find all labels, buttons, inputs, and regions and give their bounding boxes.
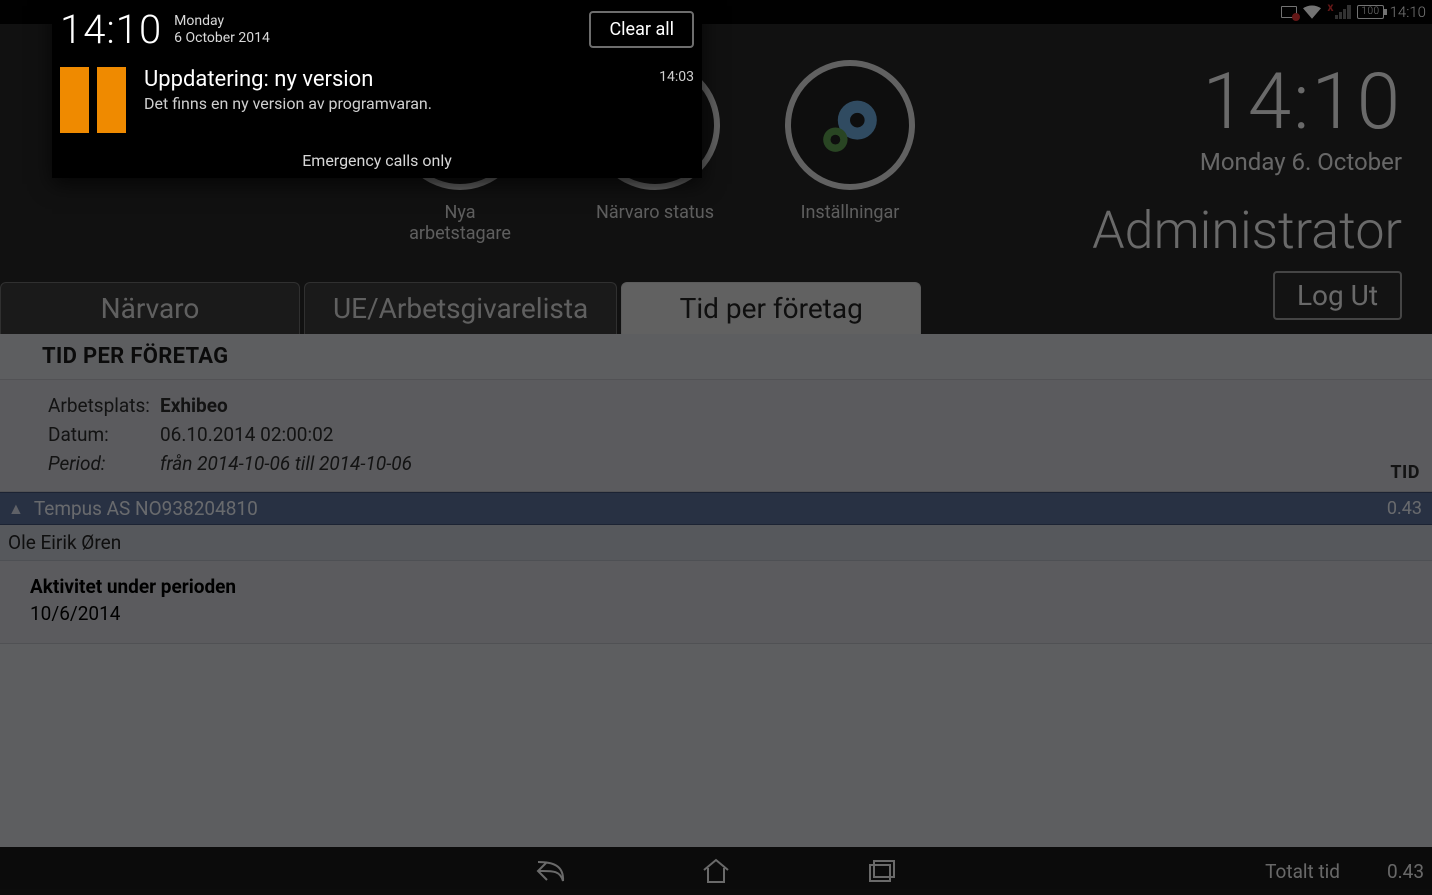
logout-button[interactable]: Log Ut bbox=[1273, 271, 1402, 320]
activity-date: 10/6/2014 bbox=[30, 602, 1402, 625]
notification-title: Uppdatering: ny version bbox=[144, 67, 641, 92]
activity-block: Aktivitet under perioden 10/6/2014 bbox=[0, 561, 1432, 644]
settings-label: Inställningar bbox=[785, 202, 915, 223]
content-panel: TID PER FÖRETAG Arbetsplats: Exhibeo Dat… bbox=[0, 334, 1432, 847]
settings-icon bbox=[785, 60, 915, 190]
emergency-calls-label: Emergency calls only bbox=[60, 151, 694, 170]
back-icon bbox=[535, 858, 565, 884]
report-meta: Arbetsplats: Exhibeo Datum: 06.10.2014 0… bbox=[0, 379, 1432, 492]
header-clock: 14:10 bbox=[1092, 64, 1402, 142]
header-role: Administrator bbox=[1092, 200, 1402, 261]
date-value: 06.10.2014 02:00:02 bbox=[160, 421, 412, 448]
company-row[interactable]: ▲ Tempus AS NO938204810 0.43 bbox=[0, 492, 1432, 525]
period-label: Period: bbox=[48, 450, 158, 477]
notification-item[interactable]: Uppdatering: ny version Det finns en ny … bbox=[60, 67, 694, 133]
wifi-icon bbox=[1303, 5, 1321, 19]
recents-icon bbox=[868, 859, 896, 883]
settings-button[interactable]: Inställningar bbox=[785, 60, 915, 223]
tab-ue-arbetsgivarelista[interactable]: UE/Arbetsgivarelista bbox=[304, 282, 617, 334]
tabs: Närvaro UE/Arbetsgivarelista Tid per för… bbox=[0, 282, 921, 334]
recents-button[interactable] bbox=[859, 848, 905, 894]
sim-missing-icon bbox=[1281, 6, 1297, 18]
notification-shade[interactable]: 14:10 Monday 6 October 2014 Clear all Up… bbox=[52, 0, 702, 178]
home-button[interactable] bbox=[693, 848, 739, 894]
cell-signal-icon bbox=[1335, 5, 1351, 19]
period-value: från 2014-10-06 till 2014-10-06 bbox=[160, 450, 412, 477]
notification-subtitle: Det finns en ny version av programvaran. bbox=[144, 94, 641, 113]
new-workers-label: Nya arbetstagare bbox=[395, 202, 525, 244]
person-row[interactable]: Ole Eirik Øren bbox=[0, 525, 1432, 561]
pause-icon bbox=[60, 67, 126, 133]
no-signal-badge: x bbox=[1327, 0, 1333, 14]
workplace-label: Arbetsplats: bbox=[48, 392, 158, 419]
workplace-value: Exhibeo bbox=[160, 392, 412, 419]
company-name: Tempus AS NO938204810 bbox=[34, 497, 258, 520]
panel-heading: TID PER FÖRETAG bbox=[0, 334, 1432, 379]
tid-column-header: TID bbox=[1390, 462, 1420, 483]
system-nav-bar bbox=[0, 847, 1432, 895]
tab-tid-per-foretag[interactable]: Tid per företag bbox=[621, 282, 921, 334]
header-date: Monday 6. October bbox=[1092, 148, 1402, 176]
person-name: Ole Eirik Øren bbox=[8, 531, 121, 554]
notification-timestamp: 14:03 bbox=[659, 69, 694, 85]
date-label: Datum: bbox=[48, 421, 158, 448]
presence-status-label: Närvaro status bbox=[590, 202, 720, 223]
status-clock: 14:10 bbox=[1390, 3, 1426, 21]
header-info: 14:10 Monday 6. October Administrator Lo… bbox=[1092, 64, 1402, 320]
company-tid: 0.43 bbox=[1387, 498, 1422, 519]
shade-fulldate: 6 October 2014 bbox=[174, 30, 270, 47]
back-button[interactable] bbox=[527, 848, 573, 894]
activity-title: Aktivitet under perioden bbox=[30, 575, 1402, 598]
shade-date: Monday 6 October 2014 bbox=[174, 13, 270, 47]
tab-narvaro[interactable]: Närvaro bbox=[0, 282, 300, 334]
clear-all-button[interactable]: Clear all bbox=[589, 11, 694, 48]
home-icon bbox=[702, 858, 730, 884]
shade-weekday: Monday bbox=[174, 13, 270, 30]
chevron-up-icon: ▲ bbox=[8, 499, 24, 519]
battery-indicator: 100 bbox=[1357, 5, 1383, 19]
shade-clock: 14:10 bbox=[60, 6, 162, 53]
